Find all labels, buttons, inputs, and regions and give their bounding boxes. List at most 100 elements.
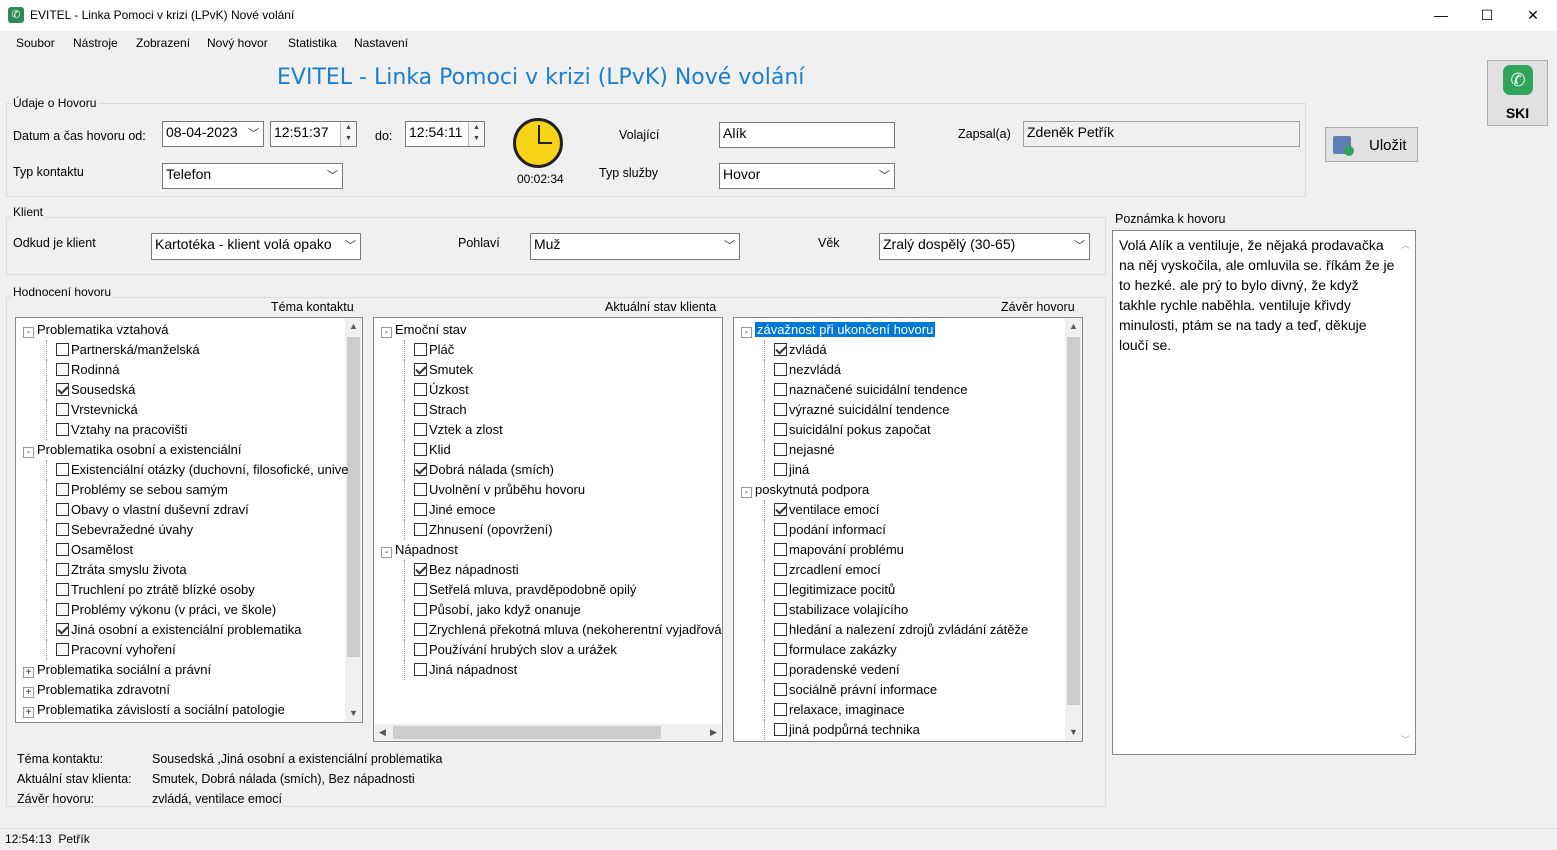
tree-item[interactable]: Bez nápadnosti	[414, 560, 519, 580]
checkbox-unchecked[interactable]	[56, 343, 69, 356]
tree-node[interactable]: - Problematika vztahová	[23, 320, 169, 340]
tree-item[interactable]: výrazné suicidální tendence	[774, 400, 949, 420]
checkbox-checked[interactable]	[414, 463, 427, 476]
tree-item[interactable]: Partnerská/manželská	[56, 340, 200, 360]
tree-item[interactable]: legitimizace pocitů	[774, 580, 895, 600]
checkbox-unchecked[interactable]	[56, 583, 69, 596]
tree-item[interactable]: Pláč	[414, 340, 454, 360]
checkbox-unchecked[interactable]	[414, 503, 427, 516]
tree-item[interactable]: Působí, jako když onanuje	[414, 600, 581, 620]
scroll-down-icon[interactable]: ▼	[345, 705, 362, 722]
origin-select[interactable]: Kartotéka - klient volá opako ﹀	[151, 233, 361, 260]
tree-item[interactable]: mapování problému	[774, 540, 904, 560]
vertical-scrollbar[interactable]: ︿ ﹀	[1398, 231, 1415, 754]
checkbox-checked[interactable]	[774, 503, 787, 516]
tree-item[interactable]: stabilizace volajícího	[774, 600, 908, 620]
checkbox-unchecked[interactable]	[414, 643, 427, 656]
tree-item[interactable]: zrcadlení emocí	[774, 560, 881, 580]
close-button[interactable]: ✕	[1510, 0, 1556, 31]
tree-item[interactable]: Rodinná	[56, 360, 119, 380]
menu-statistika[interactable]: Statistika	[288, 36, 337, 50]
checkbox-unchecked[interactable]	[56, 483, 69, 496]
tree-item[interactable]: jiná	[774, 460, 809, 480]
menu-nastroje[interactable]: Nástroje	[73, 36, 118, 50]
checkbox-unchecked[interactable]	[414, 663, 427, 676]
checkbox-unchecked[interactable]	[56, 643, 69, 656]
client-state-tree[interactable]: ◀ ▶ - Emoční stav Pláč Smutek Úzkost Strach Vz…	[373, 317, 723, 742]
tree-item[interactable]: Používání hrubých slov a urážek	[414, 640, 617, 660]
checkbox-unchecked[interactable]	[774, 523, 787, 536]
checkbox-unchecked[interactable]	[56, 603, 69, 616]
checkbox-unchecked[interactable]	[774, 403, 787, 416]
checkbox-unchecked[interactable]	[56, 543, 69, 556]
checkbox-unchecked[interactable]	[414, 583, 427, 596]
tree-item[interactable]: nezvládá	[774, 360, 841, 380]
gender-select[interactable]: Muž ﹀	[530, 233, 740, 260]
tree-item[interactable]: Obavy o vlastní duševní zdraví	[56, 500, 249, 520]
tree-item[interactable]: formulace zakázky	[774, 640, 897, 660]
tree-item[interactable]: naznačené suicidální tendence	[774, 380, 968, 400]
caller-input[interactable]: Alík	[719, 122, 895, 148]
checkbox-unchecked[interactable]	[774, 363, 787, 376]
collapse-icon[interactable]: -	[741, 327, 752, 338]
scroll-thumb[interactable]	[393, 726, 661, 739]
checkbox-unchecked[interactable]	[414, 443, 427, 456]
collapse-icon[interactable]: -	[741, 487, 752, 498]
tree-node[interactable]: + Problematika zdravotní	[23, 680, 170, 700]
scroll-thumb[interactable]	[1067, 337, 1080, 705]
tree-item[interactable]: Úzkost	[414, 380, 469, 400]
menu-novy-hovor[interactable]: Nový hovor	[207, 36, 268, 50]
vertical-scrollbar[interactable]: ▲ ▼	[1065, 318, 1082, 741]
spin-arrows-icon[interactable]: ▲ ▼	[468, 122, 484, 146]
checkbox-unchecked[interactable]	[774, 643, 787, 656]
expand-icon[interactable]: +	[23, 707, 34, 718]
scroll-up-icon[interactable]: ▲	[1065, 318, 1082, 335]
minimize-button[interactable]: —	[1418, 0, 1464, 31]
scroll-thumb[interactable]	[347, 337, 360, 657]
tree-item[interactable]: Vrstevnická	[56, 400, 138, 420]
tree-item[interactable]: Ztráta smyslu života	[56, 560, 187, 580]
scroll-right-icon[interactable]: ▶	[705, 724, 722, 741]
tree-node[interactable]: - Emoční stav	[381, 320, 467, 340]
tree-item[interactable]: Setřelá mluva, pravděpodobně opilý	[414, 580, 636, 600]
collapse-icon[interactable]: -	[23, 447, 34, 458]
tree-item[interactable]: Uvolnění v průběhu hovoru	[414, 480, 585, 500]
tree-item[interactable]: Zrychlená překotná mluva (nekoherentní v…	[414, 620, 722, 640]
horizontal-scrollbar[interactable]: ◀ ▶	[374, 724, 722, 741]
tree-item[interactable]: Truchlení po ztrátě blízké osoby	[56, 580, 255, 600]
expand-icon[interactable]: +	[23, 667, 34, 678]
tree-item[interactable]: Problémy se sebou samým	[56, 480, 228, 500]
tree-item[interactable]: nejasné	[774, 440, 835, 460]
tree-item[interactable]: Existenciální otázky (duchovní, filosofi…	[56, 460, 348, 480]
tree-node[interactable]: - závažnost při ukončení hovoru	[741, 320, 936, 340]
checkbox-checked[interactable]	[414, 363, 427, 376]
checkbox-unchecked[interactable]	[414, 383, 427, 396]
tree-item[interactable]: Osamělost	[56, 540, 133, 560]
collapse-icon[interactable]: -	[381, 327, 392, 338]
save-button[interactable]: Uložit	[1325, 127, 1418, 162]
scroll-up-icon[interactable]: ︿	[1401, 235, 1410, 255]
tree-item[interactable]: ventilace emocí	[774, 500, 879, 520]
tree-item[interactable]: Klid	[414, 440, 451, 460]
topic-tree[interactable]: ▲ ▼ - Problematika vztahová Partnerská/man…	[15, 317, 363, 723]
checkbox-unchecked[interactable]	[56, 523, 69, 536]
scroll-down-icon[interactable]: ▼	[1065, 724, 1082, 741]
tree-item[interactable]: Dobrá nálada (smích)	[414, 460, 554, 480]
tree-item[interactable]: Jiná nápadnost	[414, 660, 517, 680]
age-select[interactable]: Zralý dospělý (30-65) ﹀	[879, 233, 1090, 260]
tree-item[interactable]: Vztahy na pracovišti	[56, 420, 187, 440]
tree-node[interactable]: - Problematika osobní a existenciální	[23, 440, 242, 460]
checkbox-unchecked[interactable]	[774, 603, 787, 616]
checkbox-unchecked[interactable]	[414, 523, 427, 536]
tree-node[interactable]: + Problematika sociální a právní	[23, 660, 211, 680]
service-type-select[interactable]: Hovor ﹀	[719, 163, 895, 189]
tree-item[interactable]: suicidální pokus započat	[774, 420, 931, 440]
checkbox-unchecked[interactable]	[56, 423, 69, 436]
checkbox-unchecked[interactable]	[414, 623, 427, 636]
tree-item[interactable]: Smutek	[414, 360, 473, 380]
tree-item[interactable]: Sebevražedné úvahy	[56, 520, 193, 540]
tree-item[interactable]: Jiná osobní a existenciální problematika	[56, 620, 302, 640]
tree-item[interactable]: podání informací	[774, 520, 886, 540]
checkbox-unchecked[interactable]	[414, 483, 427, 496]
checkbox-unchecked[interactable]	[774, 443, 787, 456]
